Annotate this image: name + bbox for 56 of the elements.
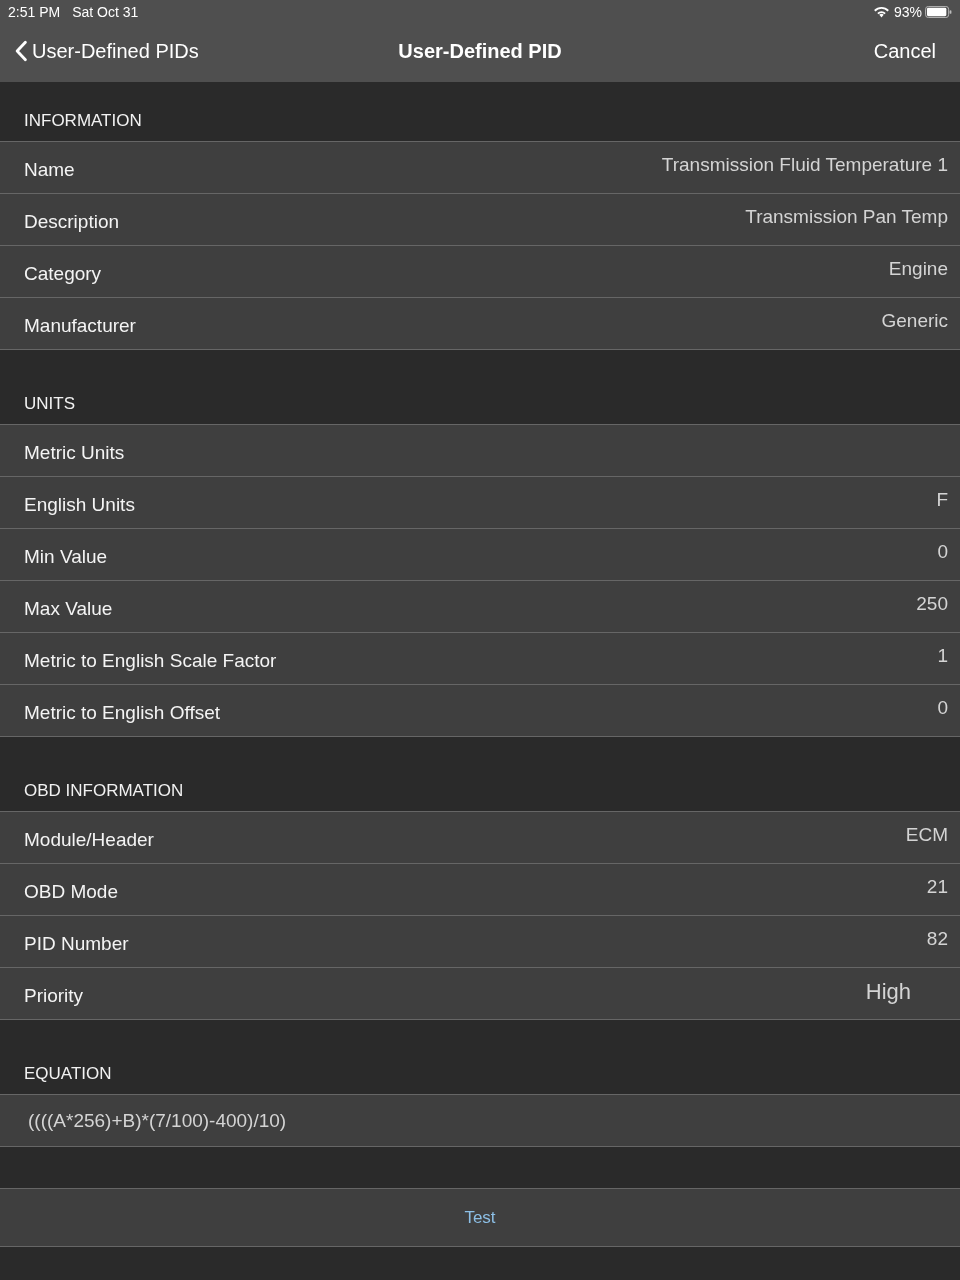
row-label: Min Value: [24, 544, 108, 568]
form-row[interactable]: Metric Units: [0, 425, 960, 476]
row-label: English Units: [24, 492, 135, 516]
section-header: UNITS: [24, 394, 75, 414]
form-row[interactable]: Metric to English Offset 0: [0, 684, 960, 736]
row-label: Name: [24, 157, 75, 181]
back-button[interactable]: User-Defined PIDs: [14, 39, 199, 63]
section-header: EQUATION: [24, 1064, 112, 1084]
row-value: Transmission Fluid Temperature 1: [661, 153, 948, 177]
form-row[interactable]: Max Value 250: [0, 580, 960, 632]
equation-field[interactable]: ((((A*256)+B)*(7/100)-400)/10): [0, 1095, 960, 1146]
row-value: 250: [916, 592, 948, 616]
form-row[interactable]: Manufacturer Generic: [0, 297, 960, 349]
screen-title: User-Defined PID: [398, 39, 562, 63]
row-label: Priority: [24, 983, 84, 1007]
battery-icon: [925, 6, 952, 18]
row-value: Generic: [881, 309, 948, 333]
form-row[interactable]: Priority High: [0, 967, 960, 1019]
row-label: Max Value: [24, 596, 113, 620]
form-row[interactable]: Min Value 0: [0, 528, 960, 580]
row-label: OBD Mode: [24, 879, 118, 903]
row-value: 82: [926, 927, 948, 951]
wifi-icon: [872, 6, 890, 18]
row-value: Transmission Pan Temp: [745, 205, 948, 229]
status-time: 2:51 PM: [8, 4, 61, 20]
form-row[interactable]: English Units F: [0, 476, 960, 528]
row-label: Metric Units: [24, 440, 125, 464]
form-row[interactable]: Description Transmission Pan Temp: [0, 193, 960, 245]
form-row[interactable]: OBD Mode 21: [0, 863, 960, 915]
form-row[interactable]: Metric to English Scale Factor 1: [0, 632, 960, 684]
form-row[interactable]: PID Number 82: [0, 915, 960, 967]
row-value: ECM: [905, 823, 948, 847]
form-row[interactable]: Name Transmission Fluid Temperature 1: [0, 142, 960, 193]
row-label: Manufacturer: [24, 313, 136, 337]
row-label: Module/Header: [24, 827, 154, 851]
row-label: PID Number: [24, 931, 129, 955]
row-label: Category: [24, 261, 102, 285]
cancel-button[interactable]: Cancel: [873, 39, 936, 63]
row-value: Engine: [888, 257, 948, 281]
row-label: Description: [24, 209, 120, 233]
status-date: Sat Oct 31: [72, 4, 139, 20]
section-header: OBD INFORMATION: [24, 781, 184, 801]
form-row[interactable]: Category Engine: [0, 245, 960, 297]
test-button[interactable]: Test: [0, 1188, 960, 1247]
form-row[interactable]: Module/Header ECM: [0, 812, 960, 863]
row-value: F: [936, 488, 948, 512]
section-header: INFORMATION: [24, 111, 142, 131]
row-value: 1: [937, 644, 948, 668]
chevron-left-icon: [14, 40, 28, 62]
row-label: Metric to English Scale Factor: [24, 648, 277, 672]
battery-percent: 93%: [893, 4, 922, 20]
row-value: 21: [926, 875, 948, 899]
priority-picker[interactable]: High: [865, 978, 911, 1009]
row-label: Metric to English Offset: [24, 700, 221, 724]
row-value: 0: [937, 540, 948, 564]
row-value: 0: [937, 696, 948, 720]
